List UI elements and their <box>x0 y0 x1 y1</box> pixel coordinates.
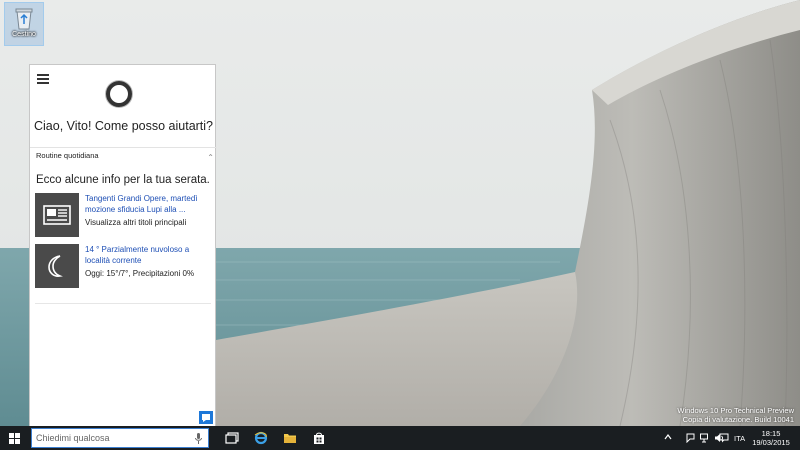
cortana-panel: Ciao, Vito! Come posso aiutarti? Routine… <box>29 64 217 426</box>
divider <box>30 147 217 148</box>
store-button[interactable] <box>305 426 333 450</box>
weather-card[interactable]: 14 ° Parzialmente nuvoloso a località co… <box>35 244 207 288</box>
info-title: Ecco alcune info per la tua serata. <box>36 174 210 186</box>
weather-forecast: Oggi: 15°/7°, Precipitazioni 0% <box>85 269 195 278</box>
show-hidden-icons-chevron-icon[interactable] <box>664 433 672 441</box>
taskbar: ITA 18:15 19/03/2015 <box>0 426 800 450</box>
build-watermark: Windows 10 Pro Technical Preview Copia d… <box>677 406 794 424</box>
feedback-icon <box>202 414 210 422</box>
scroll-up-chevron-icon[interactable]: ⌃ <box>207 153 214 162</box>
recycle-bin-desktop-icon[interactable]: Cestino <box>4 2 44 46</box>
folder-icon <box>284 434 296 443</box>
start-button[interactable] <box>0 426 29 450</box>
recycle-bin-label: Cestino <box>12 31 36 38</box>
news-card[interactable]: Tangenti Grandi Opere, martedì mozione s… <box>35 193 207 237</box>
feedback-button[interactable] <box>199 411 213 424</box>
section-label: Routine quotidiana <box>36 151 99 160</box>
moon-icon <box>48 255 63 277</box>
weather-tile <box>35 244 79 288</box>
chat-bubble-icon[interactable] <box>719 433 729 443</box>
clock-date: 19/03/2015 <box>752 438 790 447</box>
microphone-icon[interactable] <box>195 433 202 444</box>
clock-time: 18:15 <box>761 429 781 438</box>
watermark-line-2: Copia di valutazione. Build 10041 <box>682 415 794 424</box>
cortana-ring-icon <box>106 81 132 107</box>
newspaper-icon <box>43 205 71 225</box>
network-icon[interactable] <box>700 433 710 443</box>
file-explorer-button[interactable] <box>276 426 304 450</box>
news-more-headlines[interactable]: Visualizza altri titoli principali <box>85 218 207 227</box>
cortana-greeting: Ciao, Vito! Come posso aiutarti? <box>33 119 214 133</box>
internet-explorer-button[interactable] <box>247 426 275 450</box>
input-language[interactable]: ITA <box>734 434 745 443</box>
task-view-button[interactable] <box>218 426 246 450</box>
store-bag-icon <box>314 432 324 444</box>
weather-headline-link[interactable]: 14 ° Parzialmente nuvoloso a località co… <box>85 245 207 266</box>
clock[interactable]: 18:15 19/03/2015 <box>746 429 796 447</box>
news-headline-link[interactable]: Tangenti Grandi Opere, martedì mozione s… <box>85 194 207 215</box>
task-view-icon <box>225 432 239 444</box>
windows-logo-icon <box>9 433 20 444</box>
divider <box>35 303 211 304</box>
recycle-bin-icon <box>15 8 33 30</box>
action-center-flag-icon[interactable] <box>686 433 695 443</box>
search-input[interactable] <box>36 431 186 445</box>
search-box[interactable] <box>31 428 209 448</box>
news-tile <box>35 193 79 237</box>
hamburger-menu-icon[interactable] <box>37 74 49 86</box>
watermark-line-1: Windows 10 Pro Technical Preview <box>677 406 794 415</box>
internet-explorer-icon <box>254 431 268 445</box>
